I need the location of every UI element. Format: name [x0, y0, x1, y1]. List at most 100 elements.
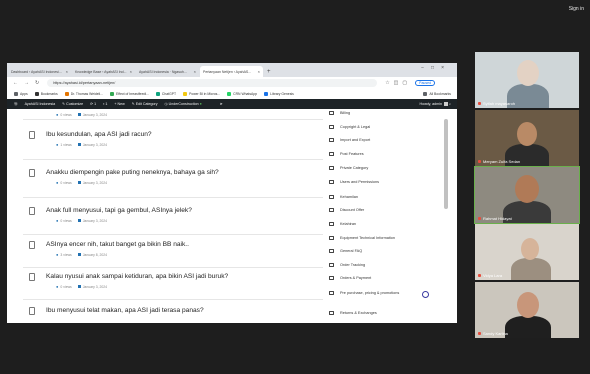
bookmark-label: All Bookmarks: [429, 92, 451, 96]
category-item[interactable]: Orders & Payment: [329, 276, 371, 280]
folder-icon: [329, 263, 334, 267]
divider: [23, 234, 323, 235]
category-item[interactable]: Discount Offer: [329, 208, 364, 212]
post-title[interactable]: Kalau nyusui anak sampai ketiduran, apa …: [46, 273, 228, 280]
category-label: Private Category: [340, 166, 369, 170]
bookmark-item[interactable]: Library Genesis: [264, 92, 294, 96]
all-bookmarks-button[interactable]: All Bookmarks: [423, 92, 451, 96]
post-title[interactable]: Anakku diempengin pake puting neneknya, …: [46, 169, 219, 176]
close-icon[interactable]: ×: [258, 69, 260, 74]
participant-name-label: Rahmat Hidayat: [483, 216, 512, 221]
post-title[interactable]: Ibu menyusui telat makan, apa ASI jadi t…: [46, 307, 204, 314]
comments-link[interactable]: ▪ 1: [103, 102, 107, 106]
window-controls[interactable]: −□×: [421, 65, 451, 71]
category-item[interactable]: Returns & Exchanges: [329, 311, 377, 315]
post-views: 1 views: [60, 143, 72, 147]
bookmark-icon: [227, 92, 232, 96]
browser-tab[interactable]: Dashboard ‹ AyahASI Indonesi... ×: [8, 66, 71, 77]
post-views: 0 views: [60, 181, 72, 185]
wordpress-icon[interactable]: Ⓦ: [14, 102, 18, 107]
category-label: Orders & Payment: [340, 276, 372, 280]
post-date: January 3, 2024: [82, 285, 108, 289]
participant-name: Rahmat Hidayat: [478, 216, 512, 221]
edit-category-link[interactable]: ✎ Edit Category: [132, 102, 158, 106]
mic-muted-icon: [478, 160, 481, 163]
category-item[interactable]: Kehamilan: [329, 195, 358, 199]
forward-icon[interactable]: →: [24, 80, 29, 86]
comments-count: 1: [105, 102, 108, 106]
account-menu[interactable]: Howdy, admin ⌕: [419, 102, 451, 107]
close-icon[interactable]: ×: [66, 69, 68, 74]
site-name-link[interactable]: AyahASI Indonesia: [25, 102, 56, 106]
profile-paused-badge[interactable]: Paused: [415, 80, 436, 86]
search-icon[interactable]: ⌕: [448, 102, 451, 106]
calendar-icon: [77, 143, 81, 146]
chat-widget-icon[interactable]: [422, 291, 429, 298]
bookmark-icon: [14, 92, 18, 96]
participant-tile[interactable]: Vidya Lara: [475, 224, 579, 280]
folder-icon: [329, 152, 334, 156]
browser-tab[interactable]: Knowledge Base ‹ AyahASI Ind... ×: [72, 66, 135, 77]
divider: [23, 267, 323, 268]
customize-label: Customize: [66, 102, 84, 106]
participant-tile[interactable]: Meryam Zulfa Sedan: [475, 110, 579, 166]
browser-tab[interactable]: AyahASI Indonesia · Ngasuh... ×: [136, 66, 199, 77]
under-construction-label: UnderConstruction: [168, 102, 199, 106]
category-item[interactable]: Kelahiran: [329, 222, 356, 226]
bookmark-item[interactable]: Effect of breastfeedi...: [110, 92, 149, 96]
participant-tile[interactable]: Sandy Karlina: [475, 282, 579, 338]
url-input[interactable]: https://ayahasi.id/pertanyaan-netijen/: [47, 79, 378, 87]
customize-link[interactable]: ✎ Customize: [62, 102, 83, 106]
bookmark-item[interactable]: Power BI in Micros...: [183, 92, 220, 96]
tab-label: Dashboard ‹ AyahASI Indonesi...: [11, 69, 62, 74]
category-item[interactable]: Post Features: [329, 152, 364, 156]
calendar-icon: [77, 219, 81, 222]
category-item[interactable]: Billing: [329, 111, 350, 115]
bookmark-item[interactable]: CRN WhatsApp: [227, 92, 257, 96]
post-title[interactable]: ASInya encer nih, takut banget ga bikin …: [46, 241, 189, 248]
new-tab-icon[interactable]: +: [267, 69, 271, 75]
category-item[interactable]: Users and Permissions: [329, 180, 379, 184]
browser-tab-active[interactable]: Pertanyaan Netijen ‹ AyahAS... ×: [200, 66, 263, 77]
back-icon[interactable]: ←: [13, 80, 18, 86]
participant-name-label: Vidya Lara: [483, 273, 503, 278]
bookmark-item[interactable]: Bookmarks: [34, 92, 58, 96]
close-icon[interactable]: ×: [194, 69, 196, 74]
sign-in-link[interactable]: Sign in: [569, 6, 584, 12]
participant-name: Meryam Zulfa Sedan: [478, 159, 520, 164]
under-construction-link[interactable]: ◷ UnderConstruction ●: [165, 102, 202, 106]
category-item[interactable]: Import and Export: [329, 138, 370, 142]
participant-video: [505, 316, 551, 338]
new-content-link[interactable]: + New: [114, 102, 124, 106]
folder-icon: [329, 166, 334, 170]
participant-tile[interactable]: Syifah mayasaroh: [475, 52, 579, 108]
post-views: 0 views: [60, 219, 72, 223]
participant-name: Syifah mayasaroh: [478, 101, 515, 106]
extensions-icon[interactable]: ☆◫▢: [385, 80, 411, 86]
participant-video: [517, 292, 539, 318]
close-icon[interactable]: ×: [130, 69, 132, 74]
bookmark-item[interactable]: ChatGPT: [155, 92, 177, 96]
scrollbar[interactable]: [444, 119, 448, 209]
category-item[interactable]: Order Tracking: [329, 263, 365, 267]
reload-icon[interactable]: ↻: [35, 80, 39, 86]
participant-video: [517, 60, 539, 86]
category-item[interactable]: Equipment Technical Information: [329, 236, 395, 240]
divider: [23, 119, 323, 120]
category-item[interactable]: Private Category: [329, 166, 368, 170]
participant-tile-active-speaker[interactable]: Rahmat Hidayat: [474, 166, 580, 224]
updates-link[interactable]: ⟳ 1: [90, 102, 96, 106]
bookmark-item[interactable]: Dr. Thomas Weideli...: [64, 92, 103, 96]
bookmark-label: ChatGPT: [161, 92, 177, 96]
eye-icon: ●: [56, 284, 59, 289]
category-item[interactable]: Copyright & Legal: [329, 125, 370, 129]
category-label: Billing: [340, 111, 351, 115]
folder-icon: [329, 111, 334, 115]
category-item[interactable]: General FAQ: [329, 249, 362, 253]
category-item[interactable]: Pre purchase, pricing & promotions: [329, 290, 417, 296]
post-title[interactable]: Ibu kesundulan, apa ASI jadi racun?: [46, 131, 152, 138]
mic-muted-icon: [478, 274, 481, 277]
mic-muted-icon: [478, 102, 481, 105]
post-title[interactable]: Anak full menyusui, tapi ga gembul, ASIn…: [46, 207, 192, 214]
bookmark-item[interactable]: Apps: [14, 92, 28, 96]
